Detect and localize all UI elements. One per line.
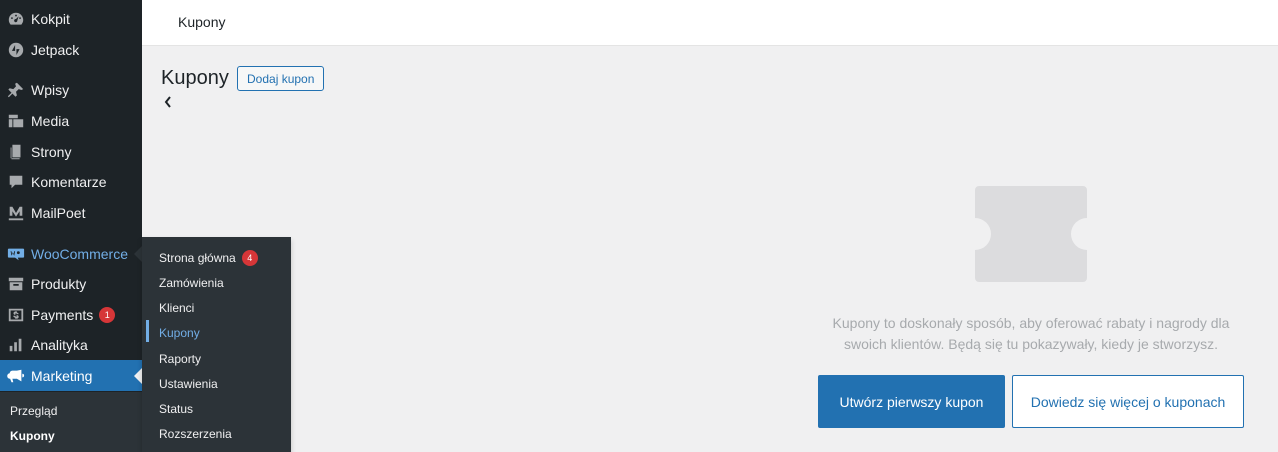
coupon-icon — [975, 186, 1087, 282]
top-header: Kupony — [142, 0, 1278, 46]
flyout-item-label: Strona główna — [159, 251, 236, 265]
submenu-item-kupony[interactable]: Kupony — [10, 429, 55, 443]
sidebar-item-label: WooCommerce — [31, 245, 128, 262]
sidebar-item-strony[interactable]: Strony — [0, 136, 142, 167]
flyout-item-klienci[interactable]: Klienci — [159, 301, 194, 315]
mailpoet-icon — [6, 203, 26, 223]
learn-more-coupons-button[interactable]: Dowiedz się więcej o kuponach — [1012, 375, 1244, 428]
sidebar-item-label: Marketing — [31, 367, 93, 384]
sidebar-item-label: Jetpack — [31, 41, 80, 58]
flyout-item-kupony[interactable]: Kupony — [159, 326, 200, 340]
sidebar-item-jetpack[interactable]: Jetpack — [0, 34, 142, 65]
flyout-item-raporty[interactable]: Raporty — [159, 352, 201, 366]
page-title: Kupony — [161, 67, 229, 89]
empty-state-message: Kupony to doskonały sposób, aby oferować… — [832, 315, 1230, 352]
sidebar-item-label: Strony — [31, 143, 72, 160]
current-item-indicator — [146, 320, 149, 342]
flyout-item-zamowienia[interactable]: Zamówienia — [159, 276, 224, 290]
sidebar-item-label: Komentarze — [31, 173, 107, 190]
sidebar-item-kokpit[interactable]: Kokpit — [0, 3, 142, 34]
comment-icon — [6, 172, 26, 192]
sidebar-item-label: Media — [31, 112, 70, 129]
megaphone-icon — [6, 366, 26, 386]
dashboard-icon — [6, 9, 26, 29]
sidebar-item-marketing[interactable]: Marketing — [0, 360, 142, 391]
media-icon — [6, 111, 26, 131]
admin-sidebar: Kokpit Jetpack Wpisy Media Strony Koment… — [0, 0, 142, 452]
woocommerce-icon — [6, 244, 26, 264]
header-title: Kupony — [178, 14, 226, 30]
sidebar-item-analityka[interactable]: Analityka — [0, 329, 142, 360]
woocommerce-flyout-menu: Strona główna 4 Zamówienia Klienci Kupon… — [142, 237, 291, 452]
marketing-submenu: Przegląd Kupony — [0, 392, 142, 452]
chevron-left-icon[interactable] — [163, 95, 173, 109]
flyout-item-status[interactable]: Status — [159, 402, 193, 416]
sidebar-item-label: MailPoet — [31, 204, 86, 221]
sidebar-item-mailpoet[interactable]: MailPoet — [0, 197, 142, 228]
sidebar-item-wpisy[interactable]: Wpisy — [0, 74, 142, 105]
add-coupon-button[interactable]: Dodaj kupon — [237, 66, 325, 91]
sidebar-item-komentarze[interactable]: Komentarze — [0, 166, 142, 197]
flyout-item-strona-glowna[interactable]: Strona główna 4 — [159, 250, 258, 266]
notification-badge: 1 — [99, 306, 116, 323]
sidebar-item-woocommerce[interactable]: WooCommerce — [0, 238, 142, 269]
sidebar-item-label: Kokpit — [31, 10, 70, 27]
flyout-item-rozszerzenia[interactable]: Rozszerzenia — [159, 427, 232, 441]
dollar-icon — [6, 305, 26, 325]
jetpack-icon — [6, 40, 26, 60]
pages-icon — [6, 142, 26, 162]
create-first-coupon-button[interactable]: Utwórz pierwszy kupon — [818, 375, 1005, 428]
pin-icon — [6, 80, 26, 100]
submenu-item-przeglad[interactable]: Przegląd — [10, 404, 57, 418]
sidebar-item-label: Wpisy — [31, 81, 70, 98]
sidebar-item-label: Produkty — [31, 275, 87, 292]
notification-badge: 4 — [241, 250, 258, 266]
archive-icon — [6, 274, 26, 294]
bar-chart-icon — [6, 335, 26, 355]
flyout-item-ustawienia[interactable]: Ustawienia — [159, 377, 218, 391]
sidebar-item-produkty[interactable]: Produkty — [0, 268, 142, 299]
sidebar-item-label: Payments — [31, 306, 94, 323]
sidebar-item-media[interactable]: Media — [0, 105, 142, 136]
sidebar-item-payments[interactable]: Payments 1 — [0, 299, 142, 330]
sidebar-item-label: Analityka — [31, 336, 88, 353]
